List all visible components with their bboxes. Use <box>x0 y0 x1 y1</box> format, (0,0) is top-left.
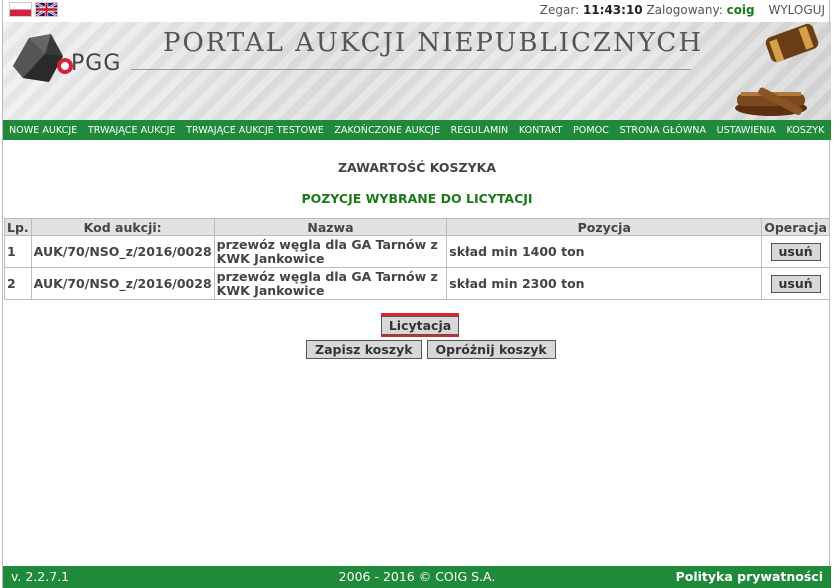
cart-table: Lp. Kod aukcji: Nazwa Pozycja Operacja 1… <box>4 218 830 300</box>
nav-item[interactable]: STRONA GŁÓWNA <box>619 125 706 136</box>
logged-label: Zalogowany: <box>646 3 723 17</box>
row-lp: 1 <box>4 235 32 268</box>
col-lp: Lp. <box>4 218 32 236</box>
nav-item[interactable]: KONTAKT <box>519 125 563 136</box>
save-cart-button[interactable]: Zapisz koszyk <box>306 340 422 359</box>
nav-item[interactable]: TRWAJĄCE AUKCJE <box>88 125 176 136</box>
row-position: skład min 2300 ton <box>446 267 763 300</box>
clock-value: 11:43:10 <box>582 3 643 17</box>
delete-button[interactable]: usuń <box>770 242 821 261</box>
username: coig <box>726 3 755 17</box>
row-name: przewóz węgla dla GA Tarnów z KWK Jankow… <box>213 267 448 300</box>
licytacja-highlight: Licytacja <box>380 313 460 337</box>
nav-item[interactable]: USTAWIENIA <box>717 125 776 136</box>
page: Zegar: 11:43:10 Zalogowany: coig WYLOGUJ… <box>2 0 831 588</box>
nav-item[interactable]: KOSZYK <box>786 125 824 136</box>
cart-actions: Zapisz koszyk Opróżnij koszyk <box>306 340 556 359</box>
title-divider <box>131 69 691 70</box>
col-code: Kod aukcji: <box>30 218 215 236</box>
clock-label: Zegar: <box>539 3 580 17</box>
nav-item[interactable]: TRWAJĄCE AUKCJE TESTOWE <box>186 125 324 136</box>
gavel-icon <box>735 23 819 116</box>
row-operation: usuń <box>761 267 830 300</box>
licytacja-button[interactable]: Licytacja <box>380 315 460 335</box>
nav-item[interactable]: REGULAMIN <box>451 125 509 136</box>
privacy-link[interactable]: Polityka prywatności <box>676 569 823 584</box>
row-name: przewóz węgla dla GA Tarnów z KWK Jankow… <box>213 235 448 268</box>
row-code: AUK/70/NSO_z/2016/0028 <box>30 267 215 300</box>
logout-link[interactable]: WYLOGUJ <box>768 3 825 17</box>
col-position: Pozycja <box>446 218 763 236</box>
cart-subheading: POZYCJE WYBRANE DO LICYTACJI <box>301 191 533 206</box>
row-code: AUK/70/NSO_z/2016/0028 <box>30 235 215 268</box>
main-nav: NOWE AUKCJE TRWAJĄCE AUKCJE TRWAJĄCE AUKCJ… <box>3 120 831 140</box>
table-header-row: Lp. Kod aukcji: Nazwa Pozycja Operacja <box>4 218 830 236</box>
top-bar: Zegar: 11:43:10 Zalogowany: coig WYLOGUJ <box>3 0 831 22</box>
empty-cart-button[interactable]: Opróżnij koszyk <box>426 340 556 359</box>
col-name: Nazwa <box>213 218 448 236</box>
header-banner: PGG PORTAL AUKCJI NIEPUBLICZNYCH <box>3 22 831 120</box>
nav-item[interactable]: POMOC <box>573 125 609 136</box>
logo-text: PGG <box>71 51 122 76</box>
portal-title: PORTAL AUKCJI NIEPUBLICZNYCH <box>163 28 703 58</box>
table-row: 2 AUK/70/NSO_z/2016/0028 przewóz węgla d… <box>4 267 830 300</box>
col-operation: Operacja <box>761 218 830 236</box>
table-row: 1 AUK/70/NSO_z/2016/0028 przewóz węgla d… <box>4 235 830 268</box>
footer: v. 2.2.7.1 2006 - 2016 © COIG S.A. Polit… <box>3 566 831 588</box>
polish-flag-icon[interactable] <box>9 2 32 17</box>
nav-item[interactable]: NOWE AUKCJE <box>9 125 77 136</box>
row-operation: usuń <box>761 235 830 268</box>
english-flag-icon[interactable] <box>35 2 58 17</box>
row-position: skład min 1400 ton <box>446 235 763 268</box>
cart-heading: ZAWARTOŚĆ KOSZYKA <box>337 160 497 175</box>
row-lp: 2 <box>4 267 32 300</box>
session-info: Zegar: 11:43:10 Zalogowany: coig WYLOGUJ <box>540 3 825 17</box>
delete-button[interactable]: usuń <box>770 274 821 293</box>
nav-item[interactable]: ZAKOŃCZONE AUKCJE <box>334 125 440 136</box>
